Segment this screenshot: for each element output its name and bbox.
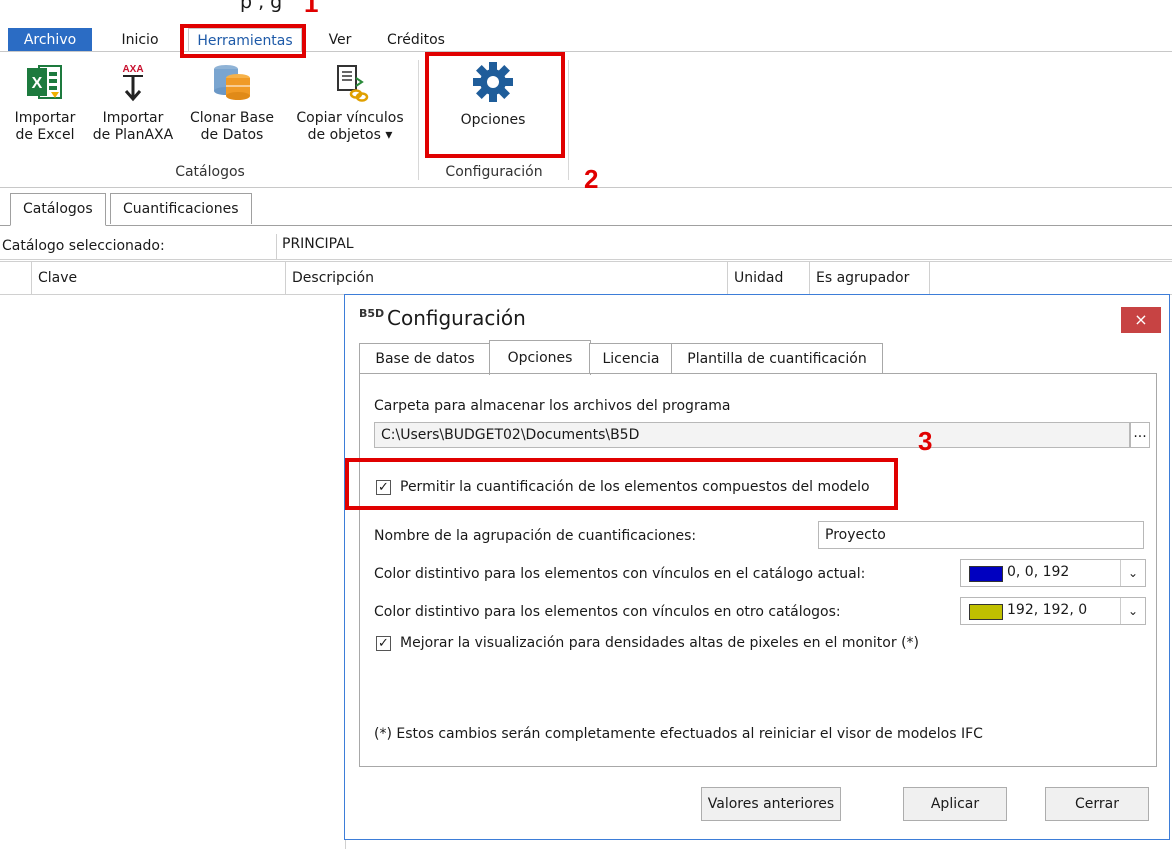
grid-header-clave[interactable]: Clave (32, 262, 286, 294)
catalog-label: Catálogo seleccionado: (2, 238, 165, 254)
axa-import-icon: AXA (122, 64, 144, 102)
hidpi-checkbox[interactable]: ✓ (376, 636, 391, 651)
previous-values-button[interactable]: Valores anteriores (701, 787, 841, 821)
group-label-configuracion: Configuración (445, 164, 543, 180)
copy-links-button[interactable]: Copiar vínculos de objetos ▾ (292, 62, 408, 144)
import-excel-button[interactable]: X Importar de Excel (8, 62, 82, 144)
close-dialog-button[interactable]: Cerrar (1045, 787, 1149, 821)
grid-header-es-agrupador[interactable]: Es agrupador (810, 262, 930, 294)
hidpi-label: Mejorar la visualización para densidades… (400, 635, 919, 651)
highlight-herramientas (180, 24, 306, 58)
copy-links-label-1: Copiar vínculos (296, 110, 404, 126)
tab-creditos[interactable]: Créditos (376, 28, 456, 52)
clone-database-label-2: de Datos (200, 127, 264, 143)
ribbon-tab-bar: Archivo Inicio Herramientas Ver Créditos (0, 28, 1172, 53)
top-text-fragment: p , g (240, 0, 283, 13)
color-current-swatch (969, 566, 1003, 582)
chevron-down-icon[interactable]: ⌄ (1120, 560, 1145, 586)
annotation-number-3: 3 (918, 426, 933, 456)
clone-database-label-1: Clonar Base (190, 110, 274, 126)
grid-body (0, 294, 346, 849)
import-planaxa-button[interactable]: AXA Importar de PlanAXA (92, 62, 174, 144)
b5d-logo: B5D (359, 307, 385, 320)
color-other-value: 192, 192, 0 (1007, 602, 1088, 618)
color-current-label: Color distintivo para los elementos con … (374, 566, 866, 582)
grid-header-descripcion[interactable]: Descripción (286, 262, 728, 294)
import-planaxa-label-2: de PlanAXA (92, 127, 174, 143)
annotation-number-1: 1 (304, 0, 319, 18)
color-current-value: 0, 0, 192 (1007, 564, 1070, 580)
import-excel-label-2: de Excel (15, 127, 75, 143)
group-separator-2 (568, 60, 569, 180)
configuration-dialog: B5D Configuración × Base de datos Opcion… (344, 294, 1170, 840)
dialog-titlebar: B5D Configuración × (345, 295, 1169, 345)
tab-licencia[interactable]: Licencia (589, 343, 673, 374)
highlight-compound-checkbox (345, 458, 898, 510)
close-button[interactable]: × (1121, 307, 1161, 333)
excel-icon: X (27, 65, 62, 99)
catalog-value[interactable]: PRINCIPAL (282, 236, 354, 252)
grid-header-selector (0, 262, 32, 294)
tab-plantilla-cuantificacion[interactable]: Plantilla de cuantificación (671, 343, 883, 374)
options-panel: Carpeta para almacenar los archivos del … (359, 373, 1157, 767)
document-tabs: Catálogos Cuantificaciones (0, 193, 1172, 226)
database-clone-icon (214, 65, 250, 100)
color-current-select[interactable]: 0, 0, 192 ⌄ (960, 559, 1146, 587)
group-name-input[interactable]: Proyecto (818, 521, 1144, 549)
group-label-catalogos: Catálogos (175, 164, 245, 180)
svg-text:X: X (32, 75, 43, 92)
folder-path-input[interactable]: C:\Users\BUDGET02\Documents\B5D (374, 422, 1130, 448)
tab-opciones[interactable]: Opciones (489, 340, 591, 375)
tab-catalogos[interactable]: Catálogos (10, 193, 106, 226)
annotation-number-2: 2 (584, 164, 599, 194)
folder-label: Carpeta para almacenar los archivos del … (374, 398, 731, 414)
import-excel-label-1: Importar (14, 110, 76, 126)
import-planaxa-label-1: Importar (102, 110, 164, 126)
apply-button[interactable]: Aplicar (903, 787, 1007, 821)
catalog-divider (276, 234, 277, 259)
restart-note: (*) Estos cambios serán completamente ef… (374, 726, 983, 742)
tab-cuantificaciones[interactable]: Cuantificaciones (110, 193, 252, 224)
group-separator (418, 60, 419, 180)
tab-ver[interactable]: Ver (318, 28, 362, 52)
tab-base-de-datos[interactable]: Base de datos (359, 343, 491, 374)
browse-button[interactable]: ... (1130, 422, 1150, 448)
dialog-title: Configuración (387, 306, 526, 330)
grid-header: Clave Descripción Unidad Es agrupador (0, 261, 1172, 295)
group-name-label: Nombre de la agrupación de cuantificacio… (374, 528, 697, 544)
color-other-swatch (969, 604, 1003, 620)
grid-header-unidad[interactable]: Unidad (728, 262, 810, 294)
color-other-label: Color distintivo para los elementos con … (374, 604, 841, 620)
chevron-down-icon[interactable]: ⌄ (1120, 598, 1145, 624)
tab-inicio[interactable]: Inicio (110, 28, 170, 52)
copy-links-label-2: de objetos ▾ (307, 127, 393, 143)
copy-link-icon (337, 65, 369, 102)
clone-database-button[interactable]: Clonar Base de Datos (184, 62, 280, 144)
tab-archivo[interactable]: Archivo (8, 28, 92, 52)
highlight-opciones (425, 52, 565, 158)
axa-logo-text: AXA (122, 64, 143, 75)
catalog-selection-row: Catálogo seleccionado: PRINCIPAL (0, 234, 1172, 260)
color-other-select[interactable]: 192, 192, 0 ⌄ (960, 597, 1146, 625)
